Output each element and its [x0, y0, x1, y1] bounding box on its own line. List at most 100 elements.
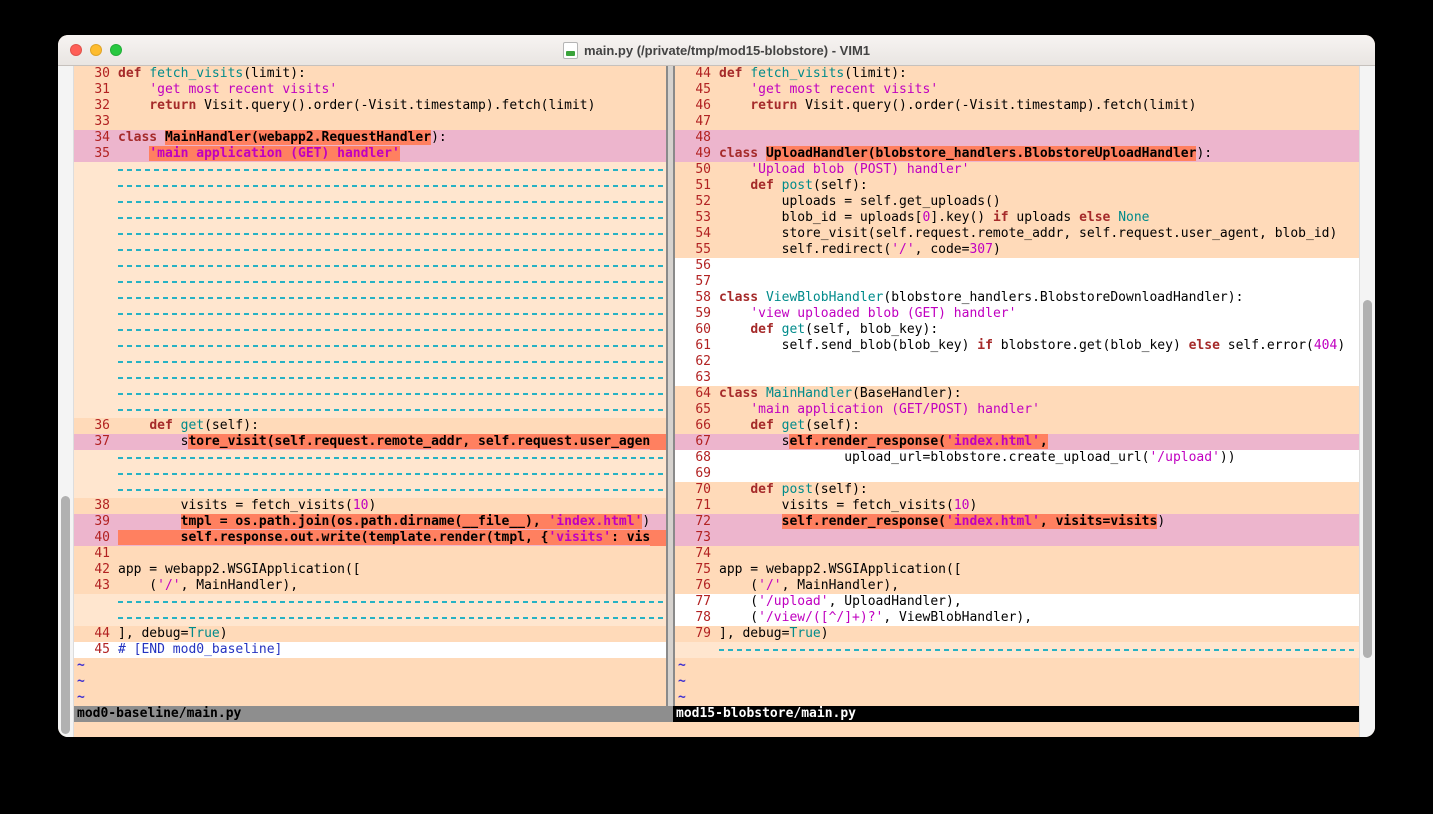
code-line[interactable]: 47 — [675, 114, 1359, 130]
diff-filler-line[interactable] — [74, 162, 666, 178]
code-line[interactable]: 31 'get most recent visits' — [74, 82, 666, 98]
code-line[interactable]: 40 self.response.out.write(template.rend… — [74, 530, 666, 546]
line-text: def fetch_visits(limit): — [719, 66, 907, 82]
filler-dashes — [118, 249, 664, 251]
diff-filler-line[interactable] — [74, 290, 666, 306]
diff-filler-line[interactable] — [74, 354, 666, 370]
code-line[interactable]: 74 — [675, 546, 1359, 562]
code-line[interactable]: 61 self.send_blob(blob_key) if blobstore… — [675, 338, 1359, 354]
diff-filler-line[interactable] — [74, 450, 666, 466]
code-line[interactable]: 45# [END mod0_baseline] — [74, 642, 666, 658]
diff-filler-line[interactable] — [74, 482, 666, 498]
code-line[interactable]: 34class MainHandler(webapp2.RequestHandl… — [74, 130, 666, 146]
left-scrollbar[interactable] — [58, 66, 74, 737]
diff-filler-line[interactable] — [74, 306, 666, 322]
tilde-marker: ~ — [675, 674, 686, 690]
line-text: tmpl = os.path.join(os.path.dirname(__fi… — [118, 514, 650, 530]
code-line[interactable]: 65 'main application (GET/POST) handler' — [675, 402, 1359, 418]
diff-filler-line[interactable] — [74, 210, 666, 226]
line-number: 30 — [74, 66, 118, 82]
code-line[interactable]: 53 blob_id = uploads[0].key() if uploads… — [675, 210, 1359, 226]
diff-filler-line[interactable] — [74, 226, 666, 242]
code-line[interactable]: 30def fetch_visits(limit): — [74, 66, 666, 82]
zoom-button[interactable] — [110, 44, 122, 56]
code-line[interactable]: 51 def post(self): — [675, 178, 1359, 194]
code-line[interactable]: 69 — [675, 466, 1359, 482]
code-line[interactable]: 36 def get(self): — [74, 418, 666, 434]
vertical-split-separator[interactable] — [666, 66, 675, 706]
title-bar[interactable]: main.py (/private/tmp/mod15-blobstore) -… — [58, 35, 1375, 66]
line-number — [74, 306, 118, 322]
code-line[interactable]: 79], debug=True) — [675, 626, 1359, 642]
code-line[interactable]: 62 — [675, 354, 1359, 370]
code-line[interactable]: 67 self.render_response('index.html', — [675, 434, 1359, 450]
code-line[interactable]: 50 'Upload blob (POST) handler' — [675, 162, 1359, 178]
statusline-right[interactable]: mod15-blobstore/main.py — [673, 706, 1359, 722]
line-text: uploads = self.get_uploads() — [719, 194, 1001, 210]
code-line[interactable]: 32 return Visit.query().order(-Visit.tim… — [74, 98, 666, 114]
code-line[interactable]: 60 def get(self, blob_key): — [675, 322, 1359, 338]
line-number: 37 — [74, 434, 118, 450]
code-line[interactable]: 58class ViewBlobHandler(blobstore_handle… — [675, 290, 1359, 306]
code-line[interactable]: 78 ('/view/([^/]+)?', ViewBlobHandler), — [675, 610, 1359, 626]
code-line[interactable]: 44def fetch_visits(limit): — [675, 66, 1359, 82]
code-line[interactable]: 57 — [675, 274, 1359, 290]
diff-filler-line[interactable] — [74, 402, 666, 418]
diff-filler-line[interactable] — [74, 610, 666, 626]
filler-dashes — [118, 393, 664, 395]
diff-filler-line[interactable] — [74, 258, 666, 274]
code-line[interactable]: 37 store_visit(self.request.remote_addr,… — [74, 434, 666, 450]
diff-filler-line[interactable] — [675, 642, 1359, 658]
code-line[interactable]: 68 upload_url=blobstore.create_upload_ur… — [675, 450, 1359, 466]
code-line[interactable]: 41 — [74, 546, 666, 562]
code-line[interactable]: 45 'get most recent visits' — [675, 82, 1359, 98]
code-line[interactable]: 38 visits = fetch_visits(10) — [74, 498, 666, 514]
left-scrollbar-thumb[interactable] — [61, 496, 70, 734]
diff-filler-line[interactable] — [74, 322, 666, 338]
code-line[interactable]: 35 'main application (GET) handler' — [74, 146, 666, 162]
code-line[interactable]: 42app = webapp2.WSGIApplication([ — [74, 562, 666, 578]
code-line[interactable]: 49class UploadHandler(blobstore_handlers… — [675, 146, 1359, 162]
close-button[interactable] — [70, 44, 82, 56]
line-number: 41 — [74, 546, 118, 562]
code-line[interactable]: 56 — [675, 258, 1359, 274]
code-line[interactable]: 66 def get(self): — [675, 418, 1359, 434]
line-number: 70 — [675, 482, 719, 498]
code-line[interactable]: 43 ('/', MainHandler), — [74, 578, 666, 594]
diff-filler-line[interactable] — [74, 274, 666, 290]
right-scrollbar-thumb[interactable] — [1363, 300, 1372, 658]
right-scrollbar[interactable] — [1359, 66, 1375, 737]
code-line[interactable]: 39 tmpl = os.path.join(os.path.dirname(_… — [74, 514, 666, 530]
code-line[interactable]: 63 — [675, 370, 1359, 386]
code-line[interactable]: 54 store_visit(self.request.remote_addr,… — [675, 226, 1359, 242]
command-line[interactable] — [74, 722, 1359, 737]
code-line[interactable]: 52 uploads = self.get_uploads() — [675, 194, 1359, 210]
code-line[interactable]: 64class MainHandler(BaseHandler): — [675, 386, 1359, 402]
code-line[interactable]: 77 ('/upload', UploadHandler), — [675, 594, 1359, 610]
diff-filler-line[interactable] — [74, 370, 666, 386]
line-number: 65 — [675, 402, 719, 418]
diff-filler-line[interactable] — [74, 594, 666, 610]
diff-filler-line[interactable] — [74, 338, 666, 354]
code-line[interactable]: 44], debug=True) — [74, 626, 666, 642]
diff-filler-line[interactable] — [74, 386, 666, 402]
diff-filler-line[interactable] — [74, 194, 666, 210]
code-line[interactable]: 71 visits = fetch_visits(10) — [675, 498, 1359, 514]
code-line[interactable]: 72 self.render_response('index.html', vi… — [675, 514, 1359, 530]
code-line[interactable]: 59 'view uploaded blob (GET) handler' — [675, 306, 1359, 322]
diff-filler-line[interactable] — [74, 466, 666, 482]
minimize-button[interactable] — [90, 44, 102, 56]
code-line[interactable]: 70 def post(self): — [675, 482, 1359, 498]
code-line[interactable]: 48 — [675, 130, 1359, 146]
line-text: class MainHandler(BaseHandler): — [719, 386, 962, 402]
code-line[interactable]: 55 self.redirect('/', code=307) — [675, 242, 1359, 258]
diff-filler-line[interactable] — [74, 242, 666, 258]
code-line[interactable]: 33 — [74, 114, 666, 130]
code-line[interactable]: 73 — [675, 530, 1359, 546]
statusline-left[interactable]: mod0-baseline/main.py — [74, 706, 673, 722]
code-line[interactable]: 76 ('/', MainHandler), — [675, 578, 1359, 594]
diff-filler-line[interactable] — [74, 178, 666, 194]
line-number: 76 — [675, 578, 719, 594]
code-line[interactable]: 46 return Visit.query().order(-Visit.tim… — [675, 98, 1359, 114]
code-line[interactable]: 75app = webapp2.WSGIApplication([ — [675, 562, 1359, 578]
